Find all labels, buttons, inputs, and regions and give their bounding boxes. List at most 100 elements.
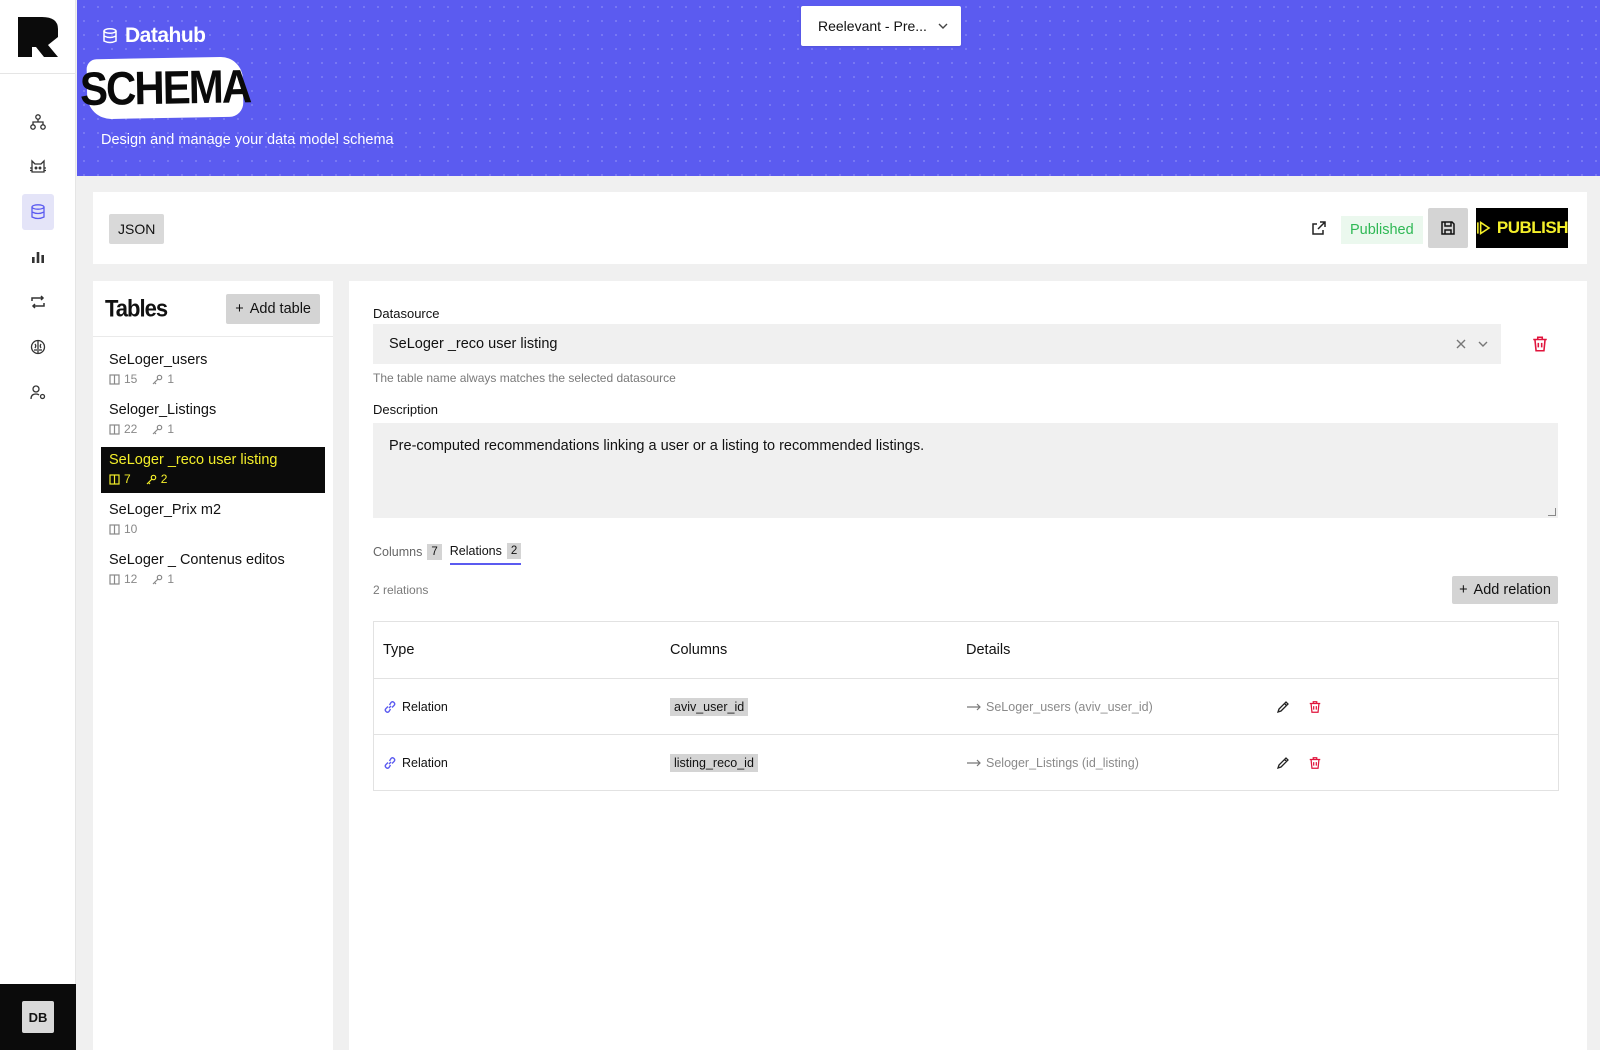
- columns-icon: [109, 373, 120, 385]
- user-footer: DB: [0, 984, 76, 1050]
- column-chip: listing_reco_id: [670, 753, 758, 772]
- datasource-help: The table name always matches the select…: [373, 371, 676, 385]
- nav-ai[interactable]: [22, 329, 54, 365]
- relation-type-cell: Relation: [374, 756, 670, 770]
- tab-label: Columns: [373, 545, 423, 559]
- brand: Datahub: [101, 24, 206, 48]
- table-item[interactable]: SeLoger _ Contenus editos 12 1: [101, 547, 325, 593]
- table-item-selected[interactable]: SeLoger _reco user listing 7 2: [101, 447, 325, 493]
- tables-list: SeLoger_users 15 1 Seloger_Listings 22 1…: [93, 337, 333, 593]
- project-select[interactable]: Reelevant - Pre...: [801, 6, 961, 46]
- clear-icon[interactable]: [1455, 338, 1467, 350]
- columns-icon: [109, 473, 120, 485]
- columns-icon: [109, 523, 120, 535]
- column-count: 7: [124, 472, 131, 486]
- table-meta: 12 1: [109, 572, 317, 586]
- nav-users[interactable]: [22, 374, 54, 410]
- column-count: 12: [124, 572, 138, 586]
- trash-icon: [1309, 756, 1321, 769]
- column-chip: aviv_user_id: [670, 697, 749, 716]
- trash-icon: [1309, 700, 1321, 713]
- key-count: 1: [167, 572, 175, 586]
- delete-relation-button[interactable]: [1308, 756, 1322, 770]
- pencil-icon: [1276, 756, 1289, 769]
- table-name: SeLoger _reco user listing: [109, 452, 278, 468]
- header-type: Type: [383, 642, 415, 658]
- save-button[interactable]: [1428, 208, 1468, 248]
- key-count: 2: [160, 472, 168, 486]
- key-icon: [152, 574, 163, 584]
- arrow-right-icon: [967, 759, 981, 766]
- nav-hierarchy[interactable]: [22, 104, 54, 140]
- tab-columns[interactable]: Columns 7: [373, 543, 442, 565]
- plus-icon: +: [235, 300, 244, 317]
- table-name: Seloger_Listings: [109, 402, 217, 418]
- tab-label: Relations: [449, 544, 502, 558]
- tables-header: Tables + Add table: [93, 281, 333, 337]
- reelevant-logo-icon: [17, 16, 58, 57]
- hierarchy-icon: [29, 114, 46, 130]
- add-relation-button[interactable]: + Add relation: [1452, 576, 1558, 604]
- table-item[interactable]: Seloger_Listings 22 1: [101, 397, 325, 443]
- key-icon: [152, 374, 163, 384]
- table-meta: 15 1: [109, 372, 317, 386]
- key-icon: [146, 474, 156, 484]
- table-item[interactable]: SeLoger_Prix m2 10: [101, 497, 325, 543]
- detail-tabs: Columns 7 Relations 2: [373, 543, 522, 565]
- columns-icon: [109, 423, 120, 435]
- delete-table-icon[interactable]: [1531, 335, 1549, 353]
- edit-relation-button[interactable]: [1276, 756, 1290, 770]
- description-text: Pre-computed recommendations linking a u…: [389, 438, 925, 454]
- tab-relations[interactable]: Relations 2: [449, 543, 522, 565]
- relation-type-cell: Relation: [374, 700, 670, 714]
- relation-type: Relation: [402, 699, 448, 714]
- link-icon: [384, 700, 396, 713]
- table-meta: 7 2: [109, 472, 317, 486]
- json-button[interactable]: JSON: [109, 214, 165, 244]
- avatar[interactable]: DB: [22, 1001, 54, 1033]
- relations-table: Type Columns Details Relation aviv_user_…: [373, 621, 1559, 791]
- nav-database[interactable]: [21, 194, 54, 230]
- column-count: 22: [124, 422, 138, 436]
- header-columns: Columns: [670, 642, 728, 658]
- table-item[interactable]: SeLoger_users 15 1: [101, 347, 325, 393]
- plus-icon: +: [1459, 582, 1468, 598]
- tables-title: Tables: [105, 294, 168, 322]
- relation-details: Seloger_Listings (id_listing): [986, 755, 1139, 770]
- add-table-button[interactable]: + Add table: [226, 293, 320, 324]
- table-row: Relation listing_reco_id Seloger_Listing…: [374, 734, 1558, 790]
- logo[interactable]: [0, 0, 75, 74]
- row-actions: [1272, 756, 1322, 770]
- nav-analytics[interactable]: [22, 239, 54, 275]
- datasource-select[interactable]: SeLoger _reco user listing: [373, 324, 1501, 364]
- rail-nav: [0, 74, 75, 410]
- relation-columns-cell: listing_reco_id: [670, 753, 966, 772]
- nav-cat[interactable]: [22, 149, 54, 185]
- table-detail-panel: Datasource SeLoger _reco user listing Th…: [349, 281, 1587, 1050]
- table-name: SeLoger_users: [109, 352, 208, 368]
- key-count: 1: [167, 422, 175, 436]
- repeat-icon: [30, 295, 45, 309]
- tab-count: 7: [427, 544, 442, 560]
- status-badge: Published: [1341, 216, 1423, 244]
- resize-handle[interactable]: [1548, 508, 1556, 516]
- datasource-value: SeLoger _reco user listing: [389, 336, 558, 352]
- open-external-button[interactable]: [1303, 212, 1335, 244]
- brand-label: Datahub: [125, 24, 206, 47]
- key-count: 1: [167, 372, 175, 386]
- save-icon: [1441, 221, 1455, 235]
- header-details: Details: [966, 642, 1011, 658]
- schema-toolbar: JSON Published PUBLISH: [93, 192, 1587, 264]
- delete-relation-button[interactable]: [1308, 700, 1322, 714]
- column-count: 15: [124, 372, 138, 386]
- publish-label: PUBLISH: [1496, 218, 1569, 237]
- edit-relation-button[interactable]: [1276, 700, 1290, 714]
- nav-sync[interactable]: [22, 284, 54, 320]
- publish-button[interactable]: PUBLISH: [1476, 208, 1569, 248]
- page-title-badge: SCHEMA: [80, 56, 250, 120]
- tables-panel: Tables + Add table SeLoger_users 15 1 Se…: [93, 281, 333, 1050]
- datasource-label: Datasource: [373, 306, 440, 321]
- key-icon: [152, 424, 163, 434]
- relation-columns-cell: aviv_user_id: [670, 697, 966, 716]
- description-textarea[interactable]: Pre-computed recommendations linking a u…: [373, 423, 1558, 518]
